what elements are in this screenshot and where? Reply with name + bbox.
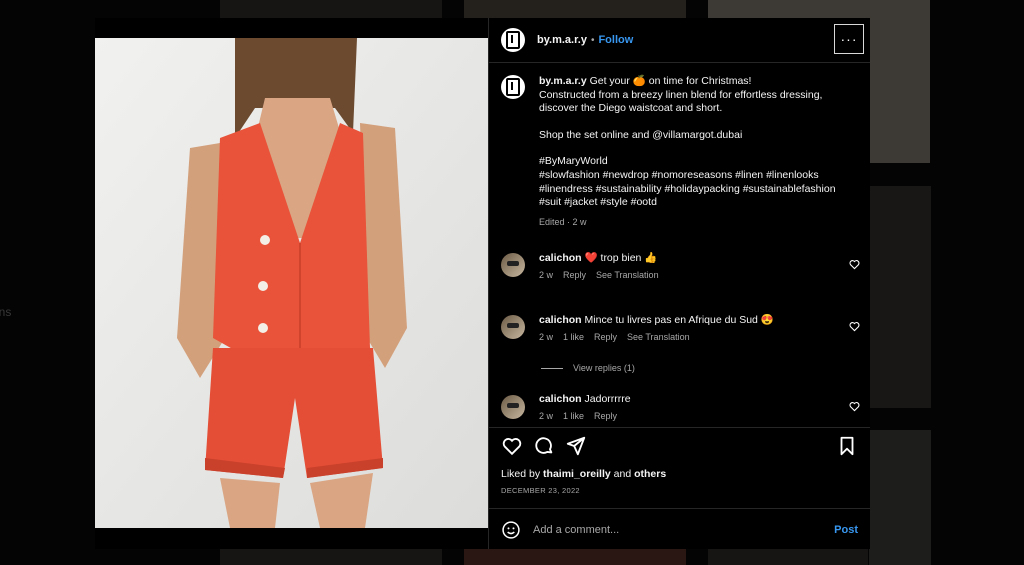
comment-actions: 2 w Reply See Translation: [539, 270, 659, 280]
separator-dot: •: [590, 34, 595, 46]
liked-by-line: Liked by thaimi_oreilly and others: [501, 468, 666, 480]
commenter-avatar[interactable]: [501, 395, 525, 420]
like-comment-heart-icon[interactable]: [849, 321, 860, 332]
emoji-picker-icon[interactable]: [501, 520, 521, 540]
comment-item: calichon ❤️ trop bien 👍 2 w Reply See Tr…: [489, 245, 870, 295]
comment-item: calichon Mince tu livres pas en Afrique …: [489, 307, 870, 357]
more-options-button[interactable]: ···: [834, 24, 864, 54]
post-comment-button[interactable]: Post: [834, 524, 858, 536]
hashtag-line[interactable]: #slowfashion #newdrop #nomoreseasons #li…: [539, 169, 836, 183]
post-caption: by.m.a.r.y Get your 🍊 on time for Christ…: [489, 63, 870, 235]
replies-divider-line: [541, 367, 563, 369]
hashtag-line[interactable]: #suit #jacket #style #ootd: [539, 196, 836, 210]
caption-text: Get your 🍊 on time for Christmas!: [589, 75, 752, 87]
comment-username[interactable]: calichon: [539, 314, 582, 326]
more-options-icon: ···: [840, 31, 858, 47]
comments-scroll-area[interactable]: by.m.a.r.y Get your 🍊 on time for Christ…: [489, 63, 870, 427]
commenter-avatar[interactable]: [501, 315, 525, 340]
comment-like-count[interactable]: 1 like: [563, 332, 584, 342]
liked-by-username[interactable]: thaimi_oreilly: [543, 468, 611, 480]
reply-button[interactable]: Reply: [594, 411, 617, 421]
caption-line: Constructed from a breezy linen blend fo…: [539, 88, 823, 101]
comment-item: calichon Jadorrrrre 2 w 1 like Reply: [489, 387, 870, 427]
like-comment-heart-icon[interactable]: [849, 259, 860, 270]
post-date[interactable]: DECEMBER 23, 2022: [501, 486, 580, 495]
comment-time: 2 w: [539, 411, 554, 422]
see-translation-button[interactable]: See Translation: [627, 332, 690, 342]
comment-bubble-icon[interactable]: [533, 435, 555, 457]
comment-time: 2 w: [539, 270, 554, 281]
comment-username[interactable]: calichon: [539, 393, 582, 405]
post-action-bar: [489, 427, 870, 464]
comment-text: ❤️ trop bien 👍: [584, 252, 658, 265]
comment-username[interactable]: calichon: [539, 252, 582, 264]
like-heart-icon[interactable]: [501, 435, 523, 457]
follow-button[interactable]: Follow: [598, 34, 633, 46]
caption-line: by.m.a.r.y Get your 🍊 on time for Christ…: [539, 75, 836, 89]
reply-button[interactable]: Reply: [594, 332, 617, 342]
view-replies-label: View replies (1): [573, 363, 635, 374]
hashtag-line[interactable]: #ByMaryWorld: [539, 155, 836, 169]
comment-text: Jadorrrrre: [584, 393, 631, 406]
see-translation-button[interactable]: See Translation: [596, 270, 659, 280]
add-comment-bar: Post: [489, 508, 870, 550]
post-header: by.m.a.r.y • Follow ···: [489, 18, 870, 63]
comment-like-count[interactable]: 1 like: [563, 411, 584, 421]
liked-by-and: and: [613, 468, 632, 480]
caption-username[interactable]: by.m.a.r.y: [539, 75, 587, 87]
post-modal: by.m.a.r.y • Follow ··· by.m.a.r.y Get y…: [95, 18, 870, 549]
commenter-avatar[interactable]: [501, 253, 525, 278]
brand-logo-icon: [506, 78, 520, 96]
comment-actions: 2 w 1 like Reply: [539, 411, 631, 421]
post-author-username[interactable]: by.m.a.r.y: [537, 34, 587, 46]
comment-body: calichon Jadorrrrre 2 w 1 like Reply: [539, 393, 631, 427]
comment-text: Mince tu livres pas en Afrique du Sud 😍: [584, 314, 774, 327]
hashtag-line[interactable]: #linendress #sustainability #holidaypack…: [539, 183, 836, 197]
brand-avatar[interactable]: [501, 75, 525, 99]
woman-in-orange-linen-set-photo: [95, 38, 488, 528]
liked-by-prefix: Liked by: [501, 468, 541, 480]
comment-time: 2 w: [539, 332, 554, 343]
liked-by-others-link[interactable]: others: [634, 468, 666, 480]
brand-logo-icon: [506, 31, 520, 49]
share-paper-plane-icon[interactable]: [565, 435, 587, 457]
caption-body: by.m.a.r.y Get your 🍊 on time for Christ…: [539, 75, 836, 229]
save-bookmark-icon[interactable]: [836, 435, 858, 457]
post-details-panel: by.m.a.r.y • Follow ··· by.m.a.r.y Get y…: [488, 18, 870, 549]
brand-avatar[interactable]: [501, 28, 525, 52]
comment-input[interactable]: [531, 522, 835, 537]
caption-line: Shop the set online and @villamargot.dub…: [539, 128, 743, 141]
caption-meta: Edited · 2 w: [539, 216, 587, 227]
caption-line: discover the Diego waistcoat and short.: [539, 102, 723, 115]
reply-button[interactable]: Reply: [563, 270, 586, 280]
comment-actions: 2 w 1 like Reply See Translation: [539, 332, 774, 342]
comment-body: calichon Mince tu livres pas en Afrique …: [539, 313, 774, 351]
view-replies-button[interactable]: View replies (1): [489, 357, 870, 379]
post-image[interactable]: [95, 38, 488, 528]
like-comment-heart-icon[interactable]: [849, 401, 860, 412]
comment-body: calichon ❤️ trop bien 👍 2 w Reply See Tr…: [539, 251, 659, 289]
